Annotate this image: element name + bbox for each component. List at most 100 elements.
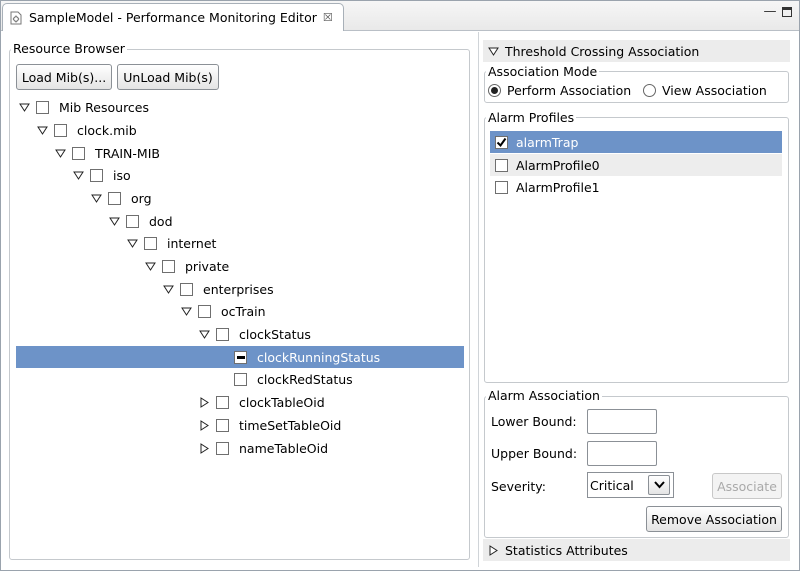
severity-label: Severity: xyxy=(491,479,546,494)
expanded-arrow-icon[interactable] xyxy=(18,101,30,113)
upper-bound-label: Upper Bound: xyxy=(491,446,578,461)
tree-row-dod[interactable]: dod xyxy=(16,210,464,232)
tree-row-timesettableoid[interactable]: timeSetTableOid xyxy=(16,414,464,436)
editor-tab-title: SampleModel - Performance Monitoring Edi… xyxy=(29,10,317,25)
tree-label: enterprises xyxy=(203,281,274,297)
alarm-profile-label: AlarmProfile0 xyxy=(516,157,600,173)
tree-label: iso xyxy=(113,167,131,183)
threshold-section-header[interactable]: Threshold Crossing Association xyxy=(483,40,790,62)
alarm-profile-row[interactable]: AlarmProfile1 xyxy=(490,176,782,198)
remove-association-button[interactable]: Remove Association xyxy=(646,506,782,532)
tree-row-iso[interactable]: iso xyxy=(16,164,464,186)
editor-tab[interactable]: SampleModel - Performance Monitoring Edi… xyxy=(2,3,344,31)
tree-label: private xyxy=(185,258,230,274)
tree-checkbox[interactable] xyxy=(234,372,247,386)
tree-checkbox[interactable] xyxy=(36,100,49,114)
tree-label: clockStatus xyxy=(239,326,311,342)
tree-checkbox[interactable] xyxy=(108,191,121,205)
associate-button[interactable]: Associate xyxy=(712,473,782,499)
tree-row-enterprises[interactable]: enterprises xyxy=(16,278,464,300)
view-association-radio[interactable]: View Association xyxy=(643,83,767,98)
tree-row-org[interactable]: org xyxy=(16,187,464,209)
threshold-section-title: Threshold Crossing Association xyxy=(505,43,700,59)
tree-row-clocktableoid[interactable]: clockTableOid xyxy=(16,391,464,413)
tree-label: TRAIN-MIB xyxy=(95,145,160,161)
unload-mibs-button[interactable]: UnLoad Mib(s) xyxy=(117,64,219,90)
tree-label: org xyxy=(131,190,152,206)
tree-row-clockstatus[interactable]: clockStatus xyxy=(16,323,464,345)
alarm-profile-row[interactable]: alarmTrap xyxy=(490,131,782,153)
tree-row-clockrunningstatus[interactable]: clockRunningStatus xyxy=(16,346,464,368)
tree-checkbox[interactable] xyxy=(54,123,67,137)
expanded-arrow-icon[interactable] xyxy=(180,305,192,317)
checkbox-checked-icon[interactable] xyxy=(495,135,508,149)
collapsed-arrow-icon[interactable] xyxy=(198,442,210,454)
expanded-arrow-icon[interactable] xyxy=(72,169,84,181)
statistics-section-header[interactable]: Statistics Attributes xyxy=(483,539,790,561)
collapsed-arrow-icon[interactable] xyxy=(487,544,499,556)
alarm-profiles-title: Alarm Profiles xyxy=(486,110,577,125)
tree-row-private[interactable]: private xyxy=(16,255,464,277)
severity-select[interactable]: Critical xyxy=(587,472,674,498)
checkbox-icon[interactable] xyxy=(495,180,508,194)
tree-checkbox[interactable] xyxy=(180,282,193,296)
expanded-arrow-icon[interactable] xyxy=(108,215,120,227)
upper-bound-input[interactable] xyxy=(587,441,657,466)
expanded-arrow-icon[interactable] xyxy=(144,260,156,272)
chevron-down-icon[interactable] xyxy=(648,475,670,495)
tree-checkbox[interactable] xyxy=(216,327,229,341)
tree-label: timeSetTableOid xyxy=(239,417,342,433)
tree-checkbox[interactable] xyxy=(216,441,229,455)
expanded-arrow-icon[interactable] xyxy=(162,283,174,295)
tree-label: dod xyxy=(149,213,173,229)
expanded-arrow-icon[interactable] xyxy=(198,328,210,340)
tree-label: clock.mib xyxy=(77,122,137,138)
close-tab-icon[interactable]: ☒ xyxy=(323,11,333,24)
tree-checkbox[interactable] xyxy=(90,168,103,182)
collapsed-arrow-icon[interactable] xyxy=(198,396,210,408)
tree-checkbox[interactable] xyxy=(72,146,85,160)
tree-checkbox[interactable] xyxy=(216,395,229,409)
lower-bound-label: Lower Bound: xyxy=(491,414,577,429)
expanded-arrow-icon[interactable] xyxy=(487,45,499,57)
maximize-icon[interactable] xyxy=(780,5,794,19)
checkbox-icon[interactable] xyxy=(495,158,508,172)
expanded-arrow-icon[interactable] xyxy=(54,147,66,159)
tree-checkbox-indeterminate[interactable] xyxy=(234,350,247,364)
lower-bound-input[interactable] xyxy=(587,409,657,434)
editor-file-icon xyxy=(9,11,23,25)
tree-label: Mib Resources xyxy=(59,99,150,115)
tree-checkbox[interactable] xyxy=(198,304,211,318)
alarm-association-title: Alarm Association xyxy=(486,388,602,403)
pane-divider[interactable] xyxy=(478,32,479,567)
alarm-profile-row[interactable]: AlarmProfile0 xyxy=(490,154,782,176)
tree-row-train-mib[interactable]: TRAIN-MIB xyxy=(16,142,464,164)
tree-row-octrain[interactable]: ocTrain xyxy=(16,300,464,322)
tree-label: nameTableOid xyxy=(239,440,329,456)
tree-checkbox[interactable] xyxy=(162,259,175,273)
expanded-arrow-icon[interactable] xyxy=(90,192,102,204)
severity-value: Critical xyxy=(590,478,634,493)
tree-label: internet xyxy=(167,235,217,251)
load-mibs-button[interactable]: Load Mib(s)... xyxy=(16,64,112,90)
expanded-arrow-icon[interactable] xyxy=(36,124,48,136)
tree-row-clockredstatus[interactable]: clockRedStatus xyxy=(16,368,464,390)
tree-checkbox[interactable] xyxy=(216,418,229,432)
perform-association-radio[interactable]: Perform Association xyxy=(488,83,631,98)
tree-label: clockRedStatus xyxy=(257,371,353,387)
tree-checkbox[interactable] xyxy=(144,236,157,250)
radio-selected-icon[interactable] xyxy=(488,84,501,97)
perform-association-label: Perform Association xyxy=(507,83,632,98)
resource-browser-title: Resource Browser xyxy=(11,41,127,56)
tree-label: clockTableOid xyxy=(239,394,325,410)
tree-row-mib-resources[interactable]: Mib Resources xyxy=(16,96,464,118)
radio-unselected-icon[interactable] xyxy=(643,84,656,97)
alarm-profile-label: AlarmProfile1 xyxy=(516,179,600,195)
tree-checkbox[interactable] xyxy=(126,214,139,228)
collapsed-arrow-icon[interactable] xyxy=(198,419,210,431)
tree-row-nametableoid[interactable]: nameTableOid xyxy=(16,437,464,459)
minimize-icon[interactable]: — xyxy=(763,5,777,19)
tree-row-clock-mib[interactable]: clock.mib xyxy=(16,119,464,141)
tree-row-internet[interactable]: internet xyxy=(16,232,464,254)
expanded-arrow-icon[interactable] xyxy=(126,237,138,249)
